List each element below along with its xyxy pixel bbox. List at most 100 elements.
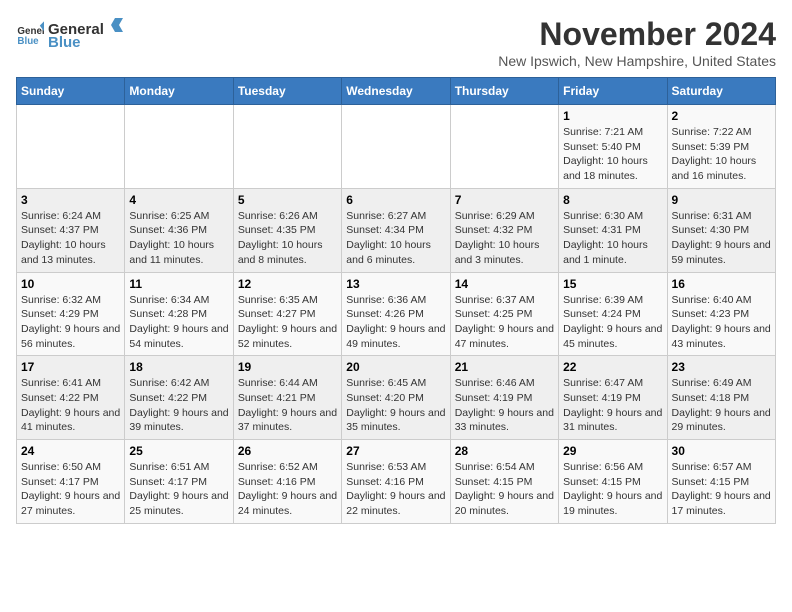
calendar-week-row: 1 Sunrise: 7:21 AMSunset: 5:40 PMDaylight…	[17, 105, 776, 189]
page-header: General Blue General Blue November 2024 …	[16, 16, 776, 69]
svg-text:Blue: Blue	[17, 35, 39, 46]
calendar-cell	[17, 105, 125, 189]
day-info: Sunrise: 6:29 AMSunset: 4:32 PMDaylight:…	[455, 209, 554, 268]
calendar-week-row: 3 Sunrise: 6:24 AMSunset: 4:37 PMDaylight…	[17, 188, 776, 272]
calendar-cell	[342, 105, 450, 189]
calendar-cell: 15 Sunrise: 6:39 AMSunset: 4:24 PMDayligh…	[559, 272, 667, 356]
calendar-cell: 16 Sunrise: 6:40 AMSunset: 4:23 PMDayligh…	[667, 272, 775, 356]
calendar-header-tuesday: Tuesday	[233, 78, 341, 105]
day-number: 14	[455, 277, 554, 291]
day-number: 12	[238, 277, 337, 291]
day-info: Sunrise: 6:39 AMSunset: 4:24 PMDaylight:…	[563, 293, 662, 352]
calendar-cell: 7 Sunrise: 6:29 AMSunset: 4:32 PMDaylight…	[450, 188, 558, 272]
day-number: 27	[346, 444, 445, 458]
day-number: 13	[346, 277, 445, 291]
calendar-cell: 22 Sunrise: 6:47 AMSunset: 4:19 PMDayligh…	[559, 356, 667, 440]
day-info: Sunrise: 6:50 AMSunset: 4:17 PMDaylight:…	[21, 460, 120, 519]
day-number: 24	[21, 444, 120, 458]
day-info: Sunrise: 6:57 AMSunset: 4:15 PMDaylight:…	[672, 460, 771, 519]
day-info: Sunrise: 6:32 AMSunset: 4:29 PMDaylight:…	[21, 293, 120, 352]
calendar-cell: 8 Sunrise: 6:30 AMSunset: 4:31 PMDaylight…	[559, 188, 667, 272]
day-number: 2	[672, 109, 771, 123]
page-title: November 2024	[498, 16, 776, 53]
calendar-cell: 27 Sunrise: 6:53 AMSunset: 4:16 PMDayligh…	[342, 440, 450, 524]
day-info: Sunrise: 6:37 AMSunset: 4:25 PMDaylight:…	[455, 293, 554, 352]
day-info: Sunrise: 6:52 AMSunset: 4:16 PMDaylight:…	[238, 460, 337, 519]
day-info: Sunrise: 6:46 AMSunset: 4:19 PMDaylight:…	[455, 376, 554, 435]
day-info: Sunrise: 6:47 AMSunset: 4:19 PMDaylight:…	[563, 376, 662, 435]
calendar-cell	[233, 105, 341, 189]
day-info: Sunrise: 6:34 AMSunset: 4:28 PMDaylight:…	[129, 293, 228, 352]
calendar-cell: 6 Sunrise: 6:27 AMSunset: 4:34 PMDaylight…	[342, 188, 450, 272]
calendar-cell: 2 Sunrise: 7:22 AMSunset: 5:39 PMDaylight…	[667, 105, 775, 189]
day-number: 6	[346, 193, 445, 207]
calendar-cell: 1 Sunrise: 7:21 AMSunset: 5:40 PMDaylight…	[559, 105, 667, 189]
calendar-cell	[125, 105, 233, 189]
calendar-header-wednesday: Wednesday	[342, 78, 450, 105]
day-number: 21	[455, 360, 554, 374]
day-info: Sunrise: 6:35 AMSunset: 4:27 PMDaylight:…	[238, 293, 337, 352]
calendar-week-row: 10 Sunrise: 6:32 AMSunset: 4:29 PMDayligh…	[17, 272, 776, 356]
calendar-cell: 26 Sunrise: 6:52 AMSunset: 4:16 PMDayligh…	[233, 440, 341, 524]
calendar-cell: 19 Sunrise: 6:44 AMSunset: 4:21 PMDayligh…	[233, 356, 341, 440]
calendar-header-friday: Friday	[559, 78, 667, 105]
calendar-cell: 29 Sunrise: 6:56 AMSunset: 4:15 PMDayligh…	[559, 440, 667, 524]
day-info: Sunrise: 7:21 AMSunset: 5:40 PMDaylight:…	[563, 125, 662, 184]
logo: General Blue General Blue	[16, 16, 124, 51]
day-number: 8	[563, 193, 662, 207]
calendar-header-monday: Monday	[125, 78, 233, 105]
day-number: 26	[238, 444, 337, 458]
day-info: Sunrise: 6:56 AMSunset: 4:15 PMDaylight:…	[563, 460, 662, 519]
calendar-week-row: 24 Sunrise: 6:50 AMSunset: 4:17 PMDayligh…	[17, 440, 776, 524]
calendar-cell: 17Sunrise: 6:41 AMSunset: 4:22 PMDayligh…	[17, 356, 125, 440]
day-number: 10	[21, 277, 120, 291]
day-info: Sunrise: 6:30 AMSunset: 4:31 PMDaylight:…	[563, 209, 662, 268]
day-info: Sunrise: 6:44 AMSunset: 4:21 PMDaylight:…	[238, 376, 337, 435]
calendar-cell: 4Sunrise: 6:25 AMSunset: 4:36 PMDaylight…	[125, 188, 233, 272]
calendar-cell: 20Sunrise: 6:45 AMSunset: 4:20 PMDayligh…	[342, 356, 450, 440]
calendar-cell: 13Sunrise: 6:36 AMSunset: 4:26 PMDayligh…	[342, 272, 450, 356]
calendar-cell: 25Sunrise: 6:51 AMSunset: 4:17 PMDayligh…	[125, 440, 233, 524]
logo-flag-icon	[105, 16, 123, 34]
day-number: 29	[563, 444, 662, 458]
calendar-header-sunday: Sunday	[17, 78, 125, 105]
day-number: 15	[563, 277, 662, 291]
calendar-header-saturday: Saturday	[667, 78, 775, 105]
day-number: 18	[129, 360, 228, 374]
day-number: 1	[563, 109, 662, 123]
day-number: 19	[238, 360, 337, 374]
day-info: Sunrise: 6:26 AMSunset: 4:35 PMDaylight:…	[238, 209, 337, 268]
calendar-table: SundayMondayTuesdayWednesdayThursdayFrid…	[16, 77, 776, 524]
day-info: Sunrise: 6:51 AMSunset: 4:17 PMDaylight:…	[129, 460, 228, 519]
day-info: Sunrise: 6:27 AMSunset: 4:34 PMDaylight:…	[346, 209, 445, 268]
day-number: 28	[455, 444, 554, 458]
calendar-cell: 3 Sunrise: 6:24 AMSunset: 4:37 PMDaylight…	[17, 188, 125, 272]
day-number: 20	[346, 360, 445, 374]
calendar-cell: 24 Sunrise: 6:50 AMSunset: 4:17 PMDayligh…	[17, 440, 125, 524]
calendar-cell: 14 Sunrise: 6:37 AMSunset: 4:25 PMDayligh…	[450, 272, 558, 356]
calendar-cell	[450, 105, 558, 189]
day-info: Sunrise: 7:22 AMSunset: 5:39 PMDaylight:…	[672, 125, 771, 184]
day-number: 9	[672, 193, 771, 207]
calendar-header-thursday: Thursday	[450, 78, 558, 105]
calendar-cell: 23Sunrise: 6:49 AMSunset: 4:18 PMDayligh…	[667, 356, 775, 440]
calendar-cell: 10 Sunrise: 6:32 AMSunset: 4:29 PMDayligh…	[17, 272, 125, 356]
day-number: 11	[129, 277, 228, 291]
day-number: 17	[21, 360, 120, 374]
calendar-cell: 9 Sunrise: 6:31 AMSunset: 4:30 PMDaylight…	[667, 188, 775, 272]
day-info: Sunrise: 6:53 AMSunset: 4:16 PMDaylight:…	[346, 460, 445, 519]
calendar-week-row: 17Sunrise: 6:41 AMSunset: 4:22 PMDayligh…	[17, 356, 776, 440]
day-number: 4	[129, 193, 228, 207]
day-info: Sunrise: 6:42 AMSunset: 4:22 PMDaylight:…	[129, 376, 228, 435]
day-number: 3	[21, 193, 120, 207]
calendar-cell: 5Sunrise: 6:26 AMSunset: 4:35 PMDaylight…	[233, 188, 341, 272]
day-info: Sunrise: 6:24 AMSunset: 4:37 PMDaylight:…	[21, 209, 120, 268]
day-number: 16	[672, 277, 771, 291]
day-number: 22	[563, 360, 662, 374]
day-info: Sunrise: 6:40 AMSunset: 4:23 PMDaylight:…	[672, 293, 771, 352]
day-number: 7	[455, 193, 554, 207]
calendar-cell: 30Sunrise: 6:57 AMSunset: 4:15 PMDayligh…	[667, 440, 775, 524]
day-info: Sunrise: 6:31 AMSunset: 4:30 PMDaylight:…	[672, 209, 771, 268]
day-info: Sunrise: 6:49 AMSunset: 4:18 PMDaylight:…	[672, 376, 771, 435]
calendar-cell: 21 Sunrise: 6:46 AMSunset: 4:19 PMDayligh…	[450, 356, 558, 440]
